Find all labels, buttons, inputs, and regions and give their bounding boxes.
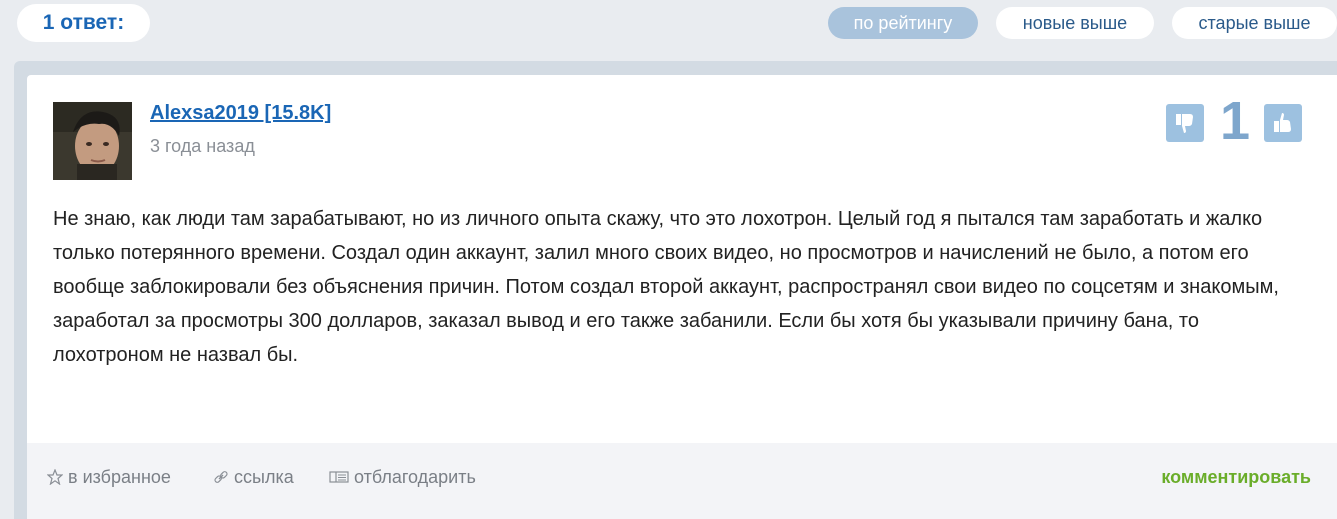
answer-time: 3 года назад — [150, 136, 255, 156]
answer-footer: в избранное ссылка отблагодарить коммент… — [27, 443, 1337, 519]
answers-count: 1 ответ: — [17, 4, 150, 42]
thumbs-up-icon — [1274, 113, 1291, 132]
answers-header: 1 ответ: по рейтингу новые выше старые в… — [0, 0, 1337, 46]
gift-card-icon — [329, 468, 349, 490]
link-button[interactable]: ссылка — [213, 466, 294, 490]
favorite-button[interactable]: в избранное — [46, 466, 171, 490]
sort-by-rating-button[interactable]: по рейтингу — [828, 7, 978, 39]
answer-card: Alexsa2019 [15.8K] 3 года назад 1 Не зна… — [27, 75, 1337, 519]
link-icon — [213, 468, 229, 490]
avatar[interactable] — [53, 102, 132, 180]
vote-score: 1 — [1219, 91, 1251, 151]
favorite-label: в избранное — [68, 467, 171, 487]
sort-newest-button[interactable]: новые выше — [996, 7, 1154, 39]
star-icon — [46, 468, 64, 490]
comment-button[interactable]: комментировать — [1161, 467, 1311, 488]
thumbs-down-icon — [1176, 114, 1193, 133]
author-link[interactable]: Alexsa2019 [15.8K] — [150, 102, 331, 125]
thank-label: отблагодарить — [354, 467, 476, 487]
link-label: ссылка — [234, 467, 294, 487]
thank-button[interactable]: отблагодарить — [329, 466, 476, 490]
sort-oldest-button[interactable]: старые выше — [1172, 7, 1337, 39]
vote-up-button[interactable] — [1264, 104, 1302, 142]
vote-down-button[interactable] — [1166, 104, 1204, 142]
answer-text: Не знаю, как люди там зарабатывают, но и… — [53, 208, 1279, 366]
avatar-image — [53, 102, 132, 180]
